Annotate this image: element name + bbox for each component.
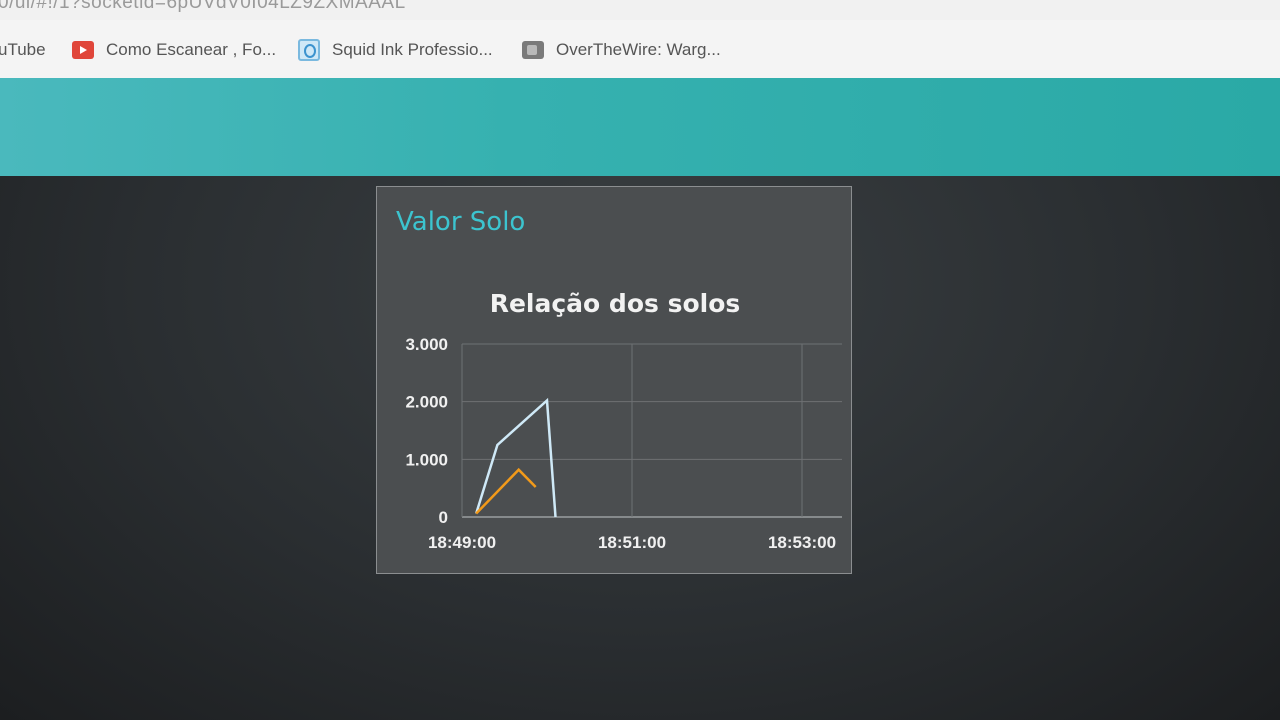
dashboard-header: [0, 78, 1280, 176]
bookmarks-bar: uTube Como Escanear , Fo... Squid Ink Pr…: [0, 20, 1280, 78]
bookmark-overthewire[interactable]: OverTheWire: Warg...: [522, 38, 721, 62]
x-tick-label: 18:53:00: [768, 533, 836, 552]
bookmark-label: Como Escanear , Fo...: [106, 40, 277, 59]
youtube-icon: [72, 41, 94, 59]
overthewire-icon: [522, 41, 544, 59]
bookmark-label: uTube: [0, 40, 46, 59]
address-bar[interactable]: 0/ui/#!/1?socketid=6pUVdV0I04LZ9ZXMAAAL: [0, 0, 1280, 20]
url-text: 0/ui/#!/1?socketid=6pUVdV0I04LZ9ZXMAAAL: [0, 0, 406, 13]
bookmark-label: OverTheWire: Warg...: [556, 40, 721, 59]
y-tick-label: 1.000: [405, 450, 448, 469]
x-tick-label: 18:49:00: [428, 533, 496, 552]
series-line-1: [475, 467, 537, 515]
y-tick-label: 0: [439, 508, 448, 527]
bookmark-como-escanear[interactable]: Como Escanear , Fo...: [72, 38, 276, 62]
line-chart: 0 1.000 2.000 3.000 18:49:00 18:51:00 18:53:00: [405, 335, 842, 552]
valor-solo-card: Valor Solo Relação dos solos 0 1.000 2.000…: [376, 186, 852, 574]
bookmark-label: Squid Ink Professio...: [332, 40, 493, 59]
squid-ink-icon: [298, 39, 320, 61]
x-tick-label: 18:51:00: [598, 533, 666, 552]
y-tick-label: 3.000: [405, 335, 448, 354]
bookmark-youtube[interactable]: uTube: [0, 38, 46, 62]
y-tick-label: 2.000: [405, 393, 448, 412]
bookmark-squid-ink[interactable]: Squid Ink Professio...: [298, 38, 493, 62]
